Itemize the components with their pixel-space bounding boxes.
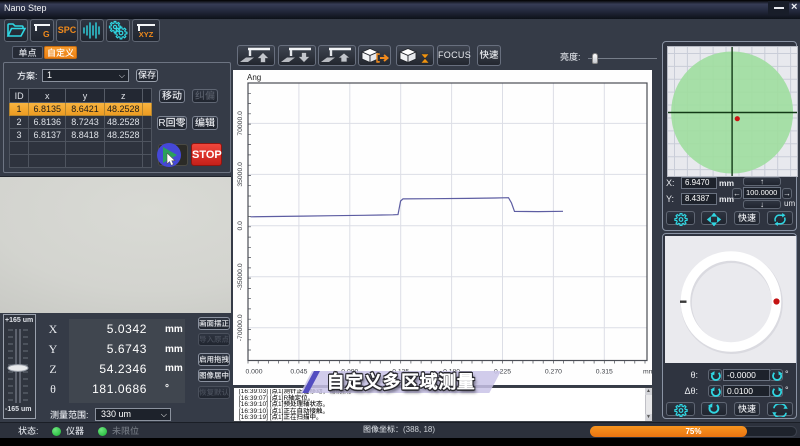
svg-text:-35000.0: -35000.0 (237, 263, 244, 290)
svg-text:XYZ: XYZ (139, 30, 154, 39)
svg-text:-70000.0: -70000.0 (237, 314, 244, 341)
svg-text:mm: mm (643, 369, 652, 376)
svg-text:0.000: 0.000 (245, 369, 262, 376)
svg-text:0.270: 0.270 (545, 369, 562, 376)
svg-text:0.0: 0.0 (237, 221, 244, 231)
svg-text:G: G (43, 29, 50, 39)
svg-text:Ang: Ang (247, 73, 261, 82)
svg-text:70000.0: 70000.0 (237, 111, 244, 136)
svg-text:35000.0: 35000.0 (237, 162, 244, 187)
svg-text:0.315: 0.315 (596, 369, 613, 376)
